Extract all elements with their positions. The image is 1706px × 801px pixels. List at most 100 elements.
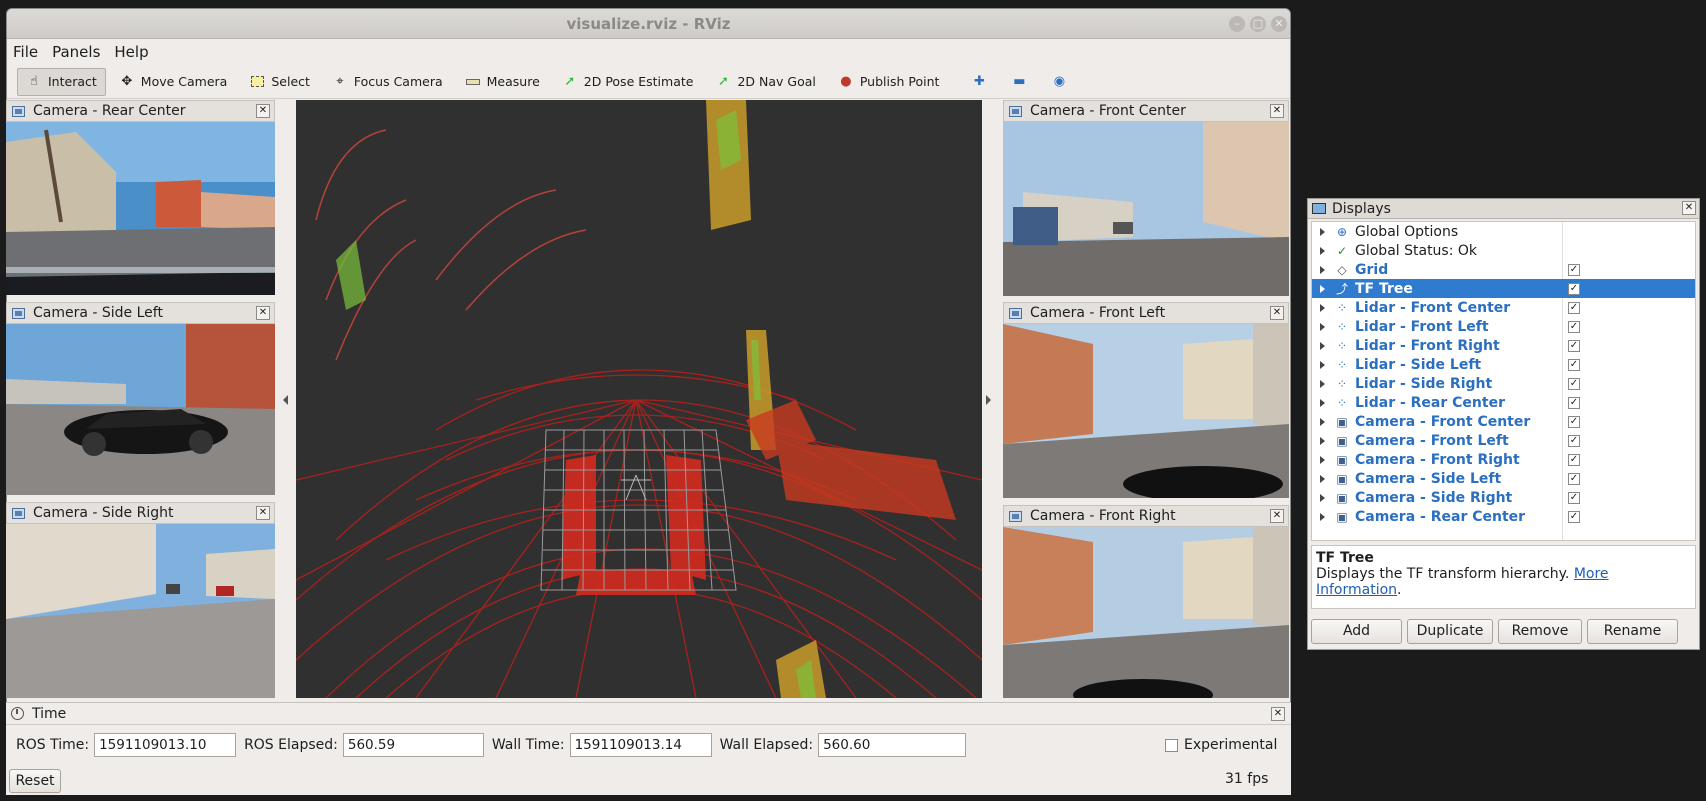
display-item[interactable]: ▣ Camera - Side Left ✓ [1312,469,1695,488]
enable-checkbox[interactable]: ✓ [1568,415,1580,428]
expand-arrow-icon[interactable] [1320,455,1325,464]
duplicate-button[interactable]: Duplicate [1407,619,1493,644]
panel-header[interactable]: Camera - Front Left ✕ [1003,302,1289,324]
display-item[interactable]: ▣ Camera - Rear Center ✓ [1312,507,1695,526]
close-panel-icon[interactable]: ✕ [1270,104,1284,118]
nav-goal-tool-button[interactable]: ➚ 2D Nav Goal [706,68,824,96]
minimize-icon[interactable]: – [1229,16,1245,32]
close-panel-icon[interactable]: ✕ [256,104,270,118]
enable-checkbox[interactable]: ✓ [1568,358,1580,371]
display-item[interactable]: ⁘ Lidar - Rear Center ✓ [1312,393,1695,412]
nav-goal-label: 2D Nav Goal [737,74,816,89]
measure-tool-button[interactable]: Measure [456,68,549,96]
display-item[interactable]: ⊕ Global Options [1312,222,1695,241]
enable-checkbox[interactable]: ✓ [1568,263,1580,276]
enable-checkbox[interactable]: ✓ [1568,472,1580,485]
wall-elapsed-field[interactable]: 560.60 [818,733,967,757]
expand-arrow-icon[interactable] [1320,417,1325,426]
display-item[interactable]: ◇ Grid ✓ [1312,260,1695,279]
menu-help[interactable]: Help [114,43,148,61]
select-tool-button[interactable]: Select [240,68,319,96]
pointcloud-icon: ⁘ [1336,300,1348,315]
expand-arrow-icon[interactable] [1320,284,1325,293]
expand-arrow-icon[interactable] [1320,512,1325,521]
reset-button[interactable]: Reset [9,769,61,793]
interact-tool-button[interactable]: ☝ Interact [17,67,106,96]
enable-checkbox[interactable]: ✓ [1568,320,1580,333]
panel-header[interactable]: Camera - Front Center ✕ [1003,100,1289,122]
enable-checkbox[interactable]: ✓ [1568,282,1580,295]
display-item[interactable]: ▣ Camera - Side Right ✓ [1312,488,1695,507]
panel-header[interactable]: Camera - Front Right ✕ [1003,505,1289,527]
expand-arrow-icon[interactable] [1320,493,1325,502]
display-item[interactable]: ⁘ Lidar - Side Right ✓ [1312,374,1695,393]
display-item[interactable]: ▣ Camera - Front Right ✓ [1312,450,1695,469]
display-item[interactable]: ⁘ Lidar - Front Right ✓ [1312,336,1695,355]
panel-header[interactable]: Camera - Side Right ✕ [6,502,275,524]
focus-camera-tool-button[interactable]: ⌖ Focus Camera [323,68,452,96]
expand-arrow-icon[interactable] [1320,360,1325,369]
display-item[interactable]: ⤴ TF Tree ✓ [1312,279,1695,298]
pose-estimate-tool-button[interactable]: ➚ 2D Pose Estimate [553,68,703,96]
expand-arrow-icon[interactable] [1320,227,1325,236]
enable-checkbox[interactable]: ✓ [1568,396,1580,409]
display-item[interactable]: ✓ Global Status: Ok [1312,241,1695,260]
panel-header[interactable]: Camera - Rear Center ✕ [6,100,275,122]
expand-arrow-icon[interactable] [1320,398,1325,407]
maximize-icon[interactable]: □ [1250,16,1266,32]
expand-arrow-icon[interactable] [1320,436,1325,445]
close-icon[interactable]: ✕ [1271,16,1287,32]
display-item[interactable]: ▣ Camera - Front Left ✓ [1312,431,1695,450]
enable-checkbox[interactable]: ✓ [1568,301,1580,314]
expand-arrow-icon[interactable] [1320,474,1325,483]
experimental-checkbox[interactable] [1165,738,1178,752]
enable-checkbox[interactable]: ✓ [1568,339,1580,352]
time-panel-header[interactable]: Time ✕ [6,703,1291,725]
expand-arrow-icon[interactable] [1320,303,1325,312]
displays-header[interactable]: Displays ✕ [1308,199,1699,219]
remove-button[interactable]: Remove [1498,619,1582,644]
menu-file[interactable]: File [13,43,38,61]
enable-checkbox[interactable]: ✓ [1568,377,1580,390]
close-panel-icon[interactable]: ✕ [1270,306,1284,320]
enable-checkbox[interactable]: ✓ [1568,434,1580,447]
rename-button[interactable]: Rename [1587,619,1678,644]
view-tool-button[interactable]: ◉ [1044,68,1080,96]
close-panel-icon[interactable]: ✕ [1271,707,1285,721]
add-button[interactable]: Add [1311,619,1402,644]
title-bar[interactable]: visualize.rviz - RViz – □ ✕ [7,9,1290,39]
close-panel-icon[interactable]: ✕ [1270,509,1284,523]
remove-tool-button[interactable]: ▬ [1004,68,1040,96]
display-item[interactable]: ⁘ Lidar - Side Left ✓ [1312,355,1695,374]
displays-panel: Displays ✕ ⊕ Global Options ✓ Global Status… [1307,198,1700,650]
displays-tree[interactable]: ⊕ Global Options ✓ Global Status: Ok ◇ Grid ✓ ⤴… [1311,221,1696,541]
ros-time-field[interactable]: 1591109013.10 [94,733,237,757]
panel-header[interactable]: Camera - Side Left ✕ [6,302,275,324]
enable-checkbox[interactable]: ✓ [1568,453,1580,466]
display-item[interactable]: ⁘ Lidar - Front Center ✓ [1312,298,1695,317]
expand-arrow-icon[interactable] [1320,265,1325,274]
close-panel-icon[interactable]: ✕ [256,506,270,520]
splitter-left-arrow-icon[interactable] [283,395,288,405]
splitter-right-arrow-icon[interactable] [986,395,991,405]
minus-icon: ▬ [1013,74,1026,89]
experimental-toggle[interactable]: Experimental [1165,737,1277,753]
expand-arrow-icon[interactable] [1320,322,1325,331]
expand-arrow-icon[interactable] [1320,246,1325,255]
display-item[interactable]: ▣ Camera - Front Center ✓ [1312,412,1695,431]
display-item[interactable]: ⁘ Lidar - Front Left ✓ [1312,317,1695,336]
add-tool-button[interactable]: ✚ [964,68,1000,96]
enable-checkbox[interactable]: ✓ [1568,491,1580,504]
expand-arrow-icon[interactable] [1320,341,1325,350]
enable-checkbox[interactable]: ✓ [1568,510,1580,523]
ros-elapsed-field[interactable]: 560.59 [342,733,484,757]
publish-point-tool-button[interactable]: ● Publish Point [829,68,949,96]
move-camera-tool-button[interactable]: ✥ Move Camera [110,68,237,96]
close-panel-icon[interactable]: ✕ [256,306,270,320]
close-panel-icon[interactable]: ✕ [1682,201,1696,215]
menu-panels[interactable]: Panels [52,43,100,61]
display-item-label: Camera - Side Right [1355,489,1513,506]
3d-render-view[interactable] [296,100,982,698]
expand-arrow-icon[interactable] [1320,379,1325,388]
wall-time-field[interactable]: 1591109013.14 [569,733,712,757]
